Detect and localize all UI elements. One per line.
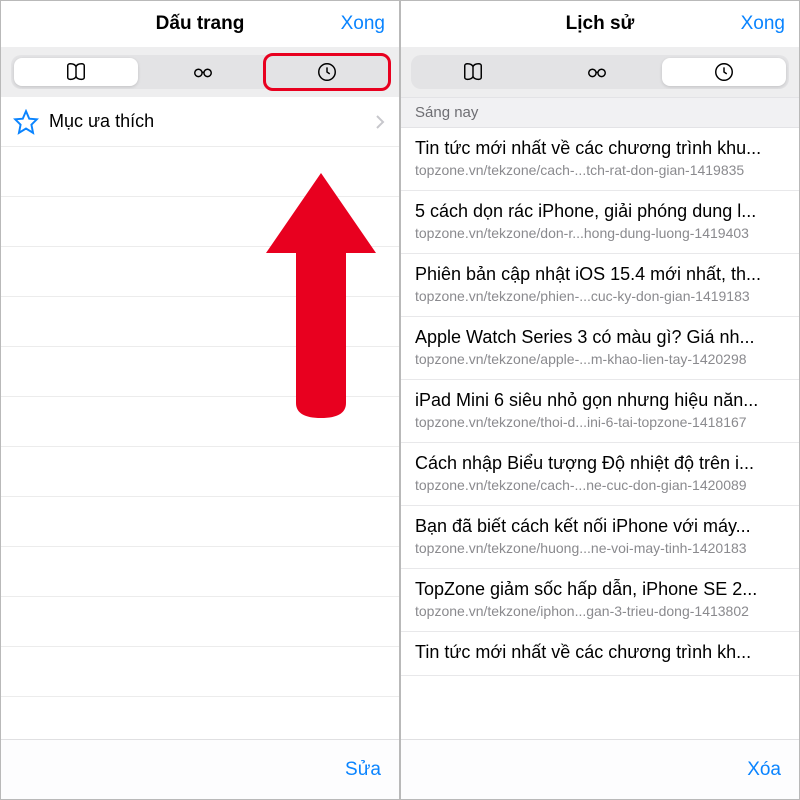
header: Lịch sử Xong: [401, 1, 799, 47]
favorites-label: Mục ưa thích: [49, 111, 375, 132]
bookmarks-content: Mục ưa thích: [1, 97, 399, 739]
history-item-title: 5 cách dọn rác iPhone, giải phóng dung l…: [415, 201, 785, 222]
history-item-title: iPad Mini 6 siêu nhỏ gọn nhưng hiệu năn.…: [415, 390, 785, 411]
history-item-url: topzone.vn/tekzone/phien-...cuc-ky-don-g…: [415, 288, 785, 304]
glasses-icon: [586, 61, 608, 83]
page-title: Dấu trang: [156, 13, 245, 35]
history-item-title: Apple Watch Series 3 có màu gì? Giá nh..…: [415, 327, 785, 348]
history-screen: Lịch sử Xong Sáng nay Tin tức mới nhất v…: [400, 0, 800, 800]
tab-reading-list[interactable]: [141, 58, 265, 86]
history-item-title: Tin tức mới nhất về các chương trình kh.…: [415, 642, 785, 663]
tab-history[interactable]: [662, 58, 786, 86]
history-item[interactable]: 5 cách dọn rác iPhone, giải phóng dung l…: [401, 191, 799, 254]
history-item-url: topzone.vn/tekzone/huong...ne-voi-may-ti…: [415, 540, 785, 556]
history-list: Tin tức mới nhất về các chương trình khu…: [401, 128, 799, 676]
history-item[interactable]: Tin tức mới nhất về các chương trình khu…: [401, 128, 799, 191]
chevron-right-icon: [375, 114, 385, 130]
book-icon: [462, 61, 484, 83]
history-item-title: Bạn đã biết cách kết nối iPhone với máy.…: [415, 516, 785, 537]
history-item-title: Tin tức mới nhất về các chương trình khu…: [415, 138, 785, 159]
header: Dấu trang Xong: [1, 1, 399, 47]
section-header: Sáng nay: [401, 97, 799, 128]
done-button[interactable]: Xong: [741, 1, 785, 47]
tab-reading-list[interactable]: [535, 58, 659, 86]
history-item-url: topzone.vn/tekzone/don-r...hong-dung-luo…: [415, 225, 785, 241]
empty-rows: [1, 147, 399, 697]
history-item-url: topzone.vn/tekzone/cach-...ne-cuc-don-gi…: [415, 477, 785, 493]
bookmarks-screen: Dấu trang Xong Mục ưa thích: [0, 0, 400, 800]
footer: Sửa: [1, 739, 399, 799]
history-item-title: TopZone giảm sốc hấp dẫn, iPhone SE 2...: [415, 579, 785, 600]
star-icon: [13, 109, 39, 135]
favorites-row[interactable]: Mục ưa thích: [1, 97, 399, 147]
tab-bar: [1, 47, 399, 97]
clock-icon: [316, 61, 338, 83]
history-item[interactable]: Apple Watch Series 3 có màu gì? Giá nh..…: [401, 317, 799, 380]
edit-button[interactable]: Sửa: [345, 759, 381, 781]
glasses-icon: [192, 61, 214, 83]
done-button[interactable]: Xong: [341, 1, 385, 47]
tab-bookmarks[interactable]: [14, 58, 138, 86]
history-item-title: Cách nhập Biểu tượng Độ nhiệt độ trên i.…: [415, 453, 785, 474]
clear-button[interactable]: Xóa: [747, 759, 781, 781]
segmented-control: [411, 55, 789, 89]
history-item[interactable]: TopZone giảm sốc hấp dẫn, iPhone SE 2...…: [401, 569, 799, 632]
history-content[interactable]: Sáng nay Tin tức mới nhất về các chương …: [401, 97, 799, 739]
history-item-title: Phiên bản cập nhật iOS 15.4 mới nhất, th…: [415, 264, 785, 285]
history-item[interactable]: Bạn đã biết cách kết nối iPhone với máy.…: [401, 506, 799, 569]
tab-bookmarks[interactable]: [411, 58, 535, 86]
history-item[interactable]: Cách nhập Biểu tượng Độ nhiệt độ trên i.…: [401, 443, 799, 506]
history-item[interactable]: Phiên bản cập nhật iOS 15.4 mới nhất, th…: [401, 254, 799, 317]
history-item[interactable]: iPad Mini 6 siêu nhỏ gọn nhưng hiệu năn.…: [401, 380, 799, 443]
footer: Xóa: [401, 739, 799, 799]
tab-bar: [401, 47, 799, 97]
tab-history[interactable]: [265, 58, 389, 86]
history-item-url: topzone.vn/tekzone/apple-...m-khao-lien-…: [415, 351, 785, 367]
history-item-url: topzone.vn/tekzone/thoi-d...ini-6-tai-to…: [415, 414, 785, 430]
page-title: Lịch sử: [566, 13, 635, 35]
book-icon: [65, 61, 87, 83]
history-item-url: topzone.vn/tekzone/cach-...tch-rat-don-g…: [415, 162, 785, 178]
segmented-control: [11, 55, 389, 89]
clock-icon: [713, 61, 735, 83]
history-item-url: topzone.vn/tekzone/iphon...gan-3-trieu-d…: [415, 603, 785, 619]
history-item[interactable]: Tin tức mới nhất về các chương trình kh.…: [401, 632, 799, 676]
